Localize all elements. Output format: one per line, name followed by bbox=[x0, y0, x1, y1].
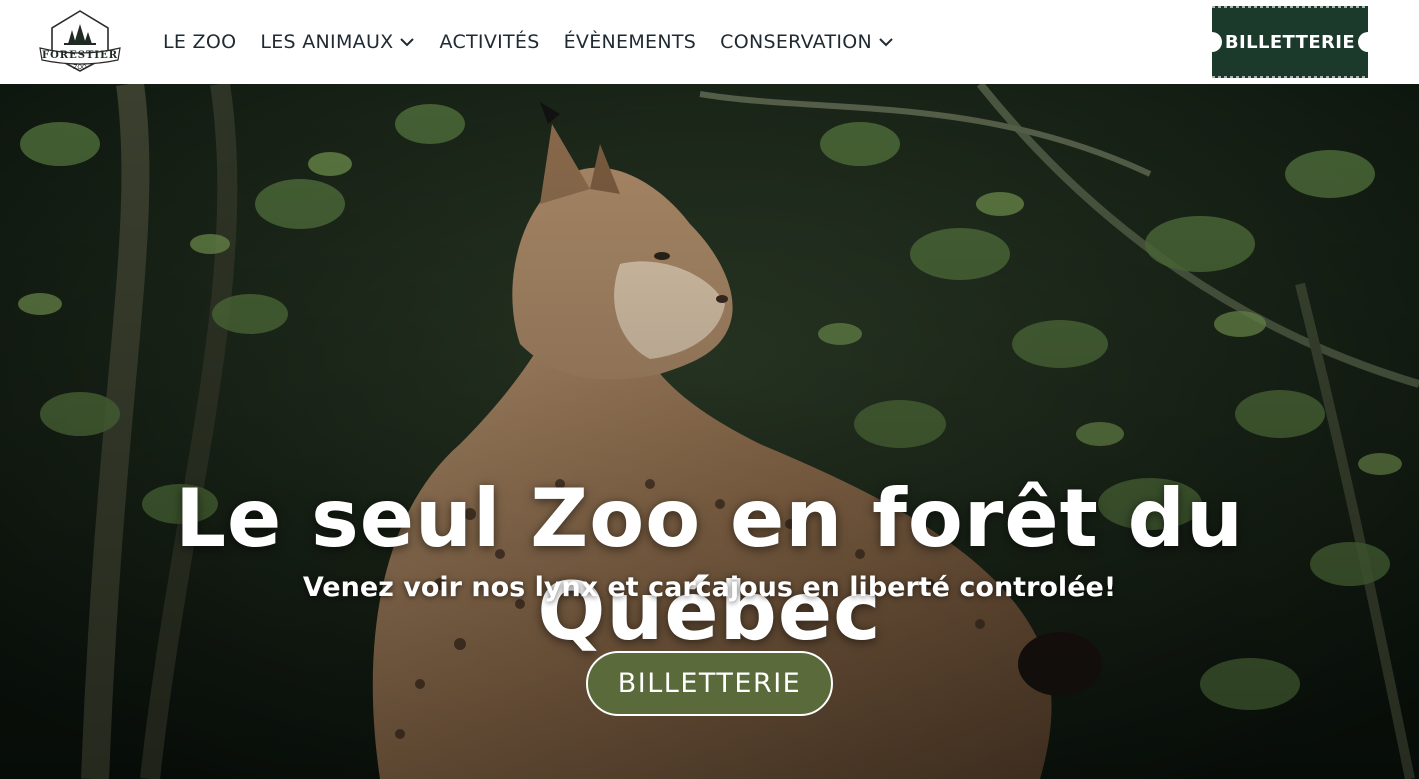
hero-section: Le seul Zoo en forêt du Québec Venez voi… bbox=[0, 84, 1419, 779]
logo-name: FORESTIER bbox=[42, 50, 118, 61]
nav-item-conservation[interactable]: CONSERVATION bbox=[720, 0, 894, 84]
nav-item-evenements[interactable]: ÉVÈNEMENTS bbox=[564, 0, 697, 84]
nav-item-le-zoo[interactable]: LE ZOO bbox=[163, 0, 236, 84]
chevron-down-icon bbox=[878, 37, 894, 47]
nav-item-activites[interactable]: ACTIVITÉS bbox=[439, 0, 539, 84]
chevron-down-icon bbox=[399, 37, 415, 47]
nav-item-les-animaux[interactable]: LES ANIMAUX bbox=[260, 0, 415, 84]
header-ticket-button[interactable]: BILLETTERIE bbox=[1210, 6, 1370, 78]
nav-label: LE ZOO bbox=[163, 31, 237, 53]
hero-billetterie-button[interactable]: BILLETTERIE bbox=[586, 651, 833, 716]
zoo-logo[interactable]: FORESTIER ZOO bbox=[38, 8, 122, 74]
nav-label: CONSERVATION bbox=[720, 31, 873, 53]
hero-subtitle: Venez voir nos lynx et carcajous en libe… bbox=[302, 572, 1117, 603]
main-nav: LE ZOO LES ANIMAUX ACTIVITÉS ÉVÈNEMENTS … bbox=[163, 0, 918, 84]
logo-sub: ZOO bbox=[73, 64, 87, 71]
ticket-label: BILLETTERIE bbox=[1224, 31, 1356, 53]
pine-trees-logo-icon: FORESTIER ZOO bbox=[39, 10, 121, 72]
hero-title: Le seul Zoo en forêt du Québec bbox=[175, 472, 1244, 658]
site-header: FORESTIER ZOO LE ZOO LES ANIMAUX ACTIVIT… bbox=[0, 0, 1419, 84]
nav-label: LES ANIMAUX bbox=[260, 31, 394, 53]
nav-label: ÉVÈNEMENTS bbox=[563, 31, 697, 53]
nav-label: ACTIVITÉS bbox=[439, 31, 540, 53]
